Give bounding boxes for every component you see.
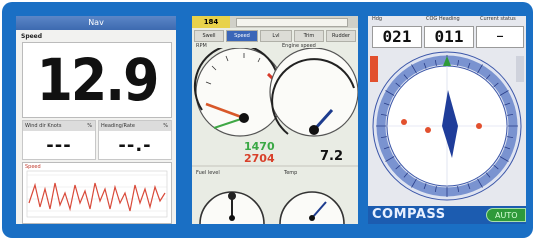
wind-box-value: --- — [46, 135, 72, 156]
speed-screen-title: Nav — [16, 16, 176, 30]
tab-lvl[interactable]: Lvl — [260, 30, 292, 42]
speed-graph[interactable]: Speed — [22, 162, 172, 224]
rpm-value-bottom: 2704 — [244, 152, 275, 165]
speed-screen: Nav Speed 12.9 Wind dir Knots % --- Head… — [16, 16, 176, 224]
speed-gauge: 7.2 — [269, 48, 358, 164]
tab-rudder[interactable]: Rudder — [326, 30, 356, 42]
tab-trim[interactable]: Trim — [294, 30, 324, 42]
heading-readout[interactable]: 021 — [372, 26, 422, 48]
cog-readout[interactable]: 011 — [424, 26, 474, 48]
wind-box[interactable]: Wind dir Knots % --- — [22, 120, 96, 160]
speed-label: Speed — [21, 33, 43, 40]
compass-head-left: Hdg — [372, 16, 383, 22]
compass-bottom-bar: COMPASS AUTO — [368, 206, 526, 224]
wind-box-header: Wind dir Knots % — [23, 121, 95, 131]
speed-readout[interactable]: 12.9 — [22, 42, 172, 118]
gauges-screen: 184 Swell Speed Lvl Trim Rudder RPM Engi… — [192, 16, 358, 224]
temp-gauge — [279, 191, 345, 224]
speed-graph-label: Speed — [25, 164, 41, 170]
status-readout[interactable]: — — [476, 26, 524, 48]
wind-box-unit: % — [87, 123, 92, 129]
heading-box[interactable]: Heading/Rate % --.- — [98, 120, 172, 160]
heading-box-value: --.- — [118, 135, 152, 156]
gauges-top-field — [236, 18, 348, 27]
gauges-panel: 1470 2704 7.2 Fuel level Temp — [192, 48, 358, 224]
gauges-top-value: 184 — [192, 16, 230, 28]
speed-graph-plot — [26, 170, 168, 218]
rudder-indicator — [370, 56, 378, 82]
gauges-tabs: Swell Speed Lvl Trim Rudder — [194, 30, 356, 42]
app-frame: Nav Speed 12.9 Wind dir Knots % --- Head… — [2, 2, 533, 238]
auto-button[interactable]: AUTO — [486, 208, 526, 222]
heading-box-label: Heading/Rate — [101, 123, 135, 129]
tab-swell[interactable]: Swell — [194, 30, 224, 42]
compass-title: COMPASS — [372, 207, 446, 222]
marker-dot-right — [476, 123, 482, 129]
marker-dot-mid — [425, 127, 431, 133]
marker-dot-left — [401, 119, 407, 125]
compass-head-right: Current status — [480, 16, 516, 22]
fuel-label: Fuel level — [196, 170, 220, 176]
compass-screen: Hdg COG Heading Current status 021 011 —… — [368, 16, 526, 224]
gauges-top-bar: 184 — [192, 16, 358, 28]
compass-dial[interactable] — [368, 50, 526, 206]
rpm-gauge: 1470 2704 — [193, 48, 285, 165]
heading-box-unit: % — [163, 123, 168, 129]
compass-head-mid: COG Heading — [426, 16, 460, 22]
tab-speed[interactable]: Speed — [226, 30, 258, 42]
wind-box-label: Wind dir Knots — [25, 123, 62, 129]
heading-box-header: Heading/Rate % — [99, 121, 171, 131]
temp-label: Temp — [283, 170, 297, 176]
fuel-gauge — [199, 191, 265, 224]
speed-gauge-value: 7.2 — [320, 149, 343, 164]
